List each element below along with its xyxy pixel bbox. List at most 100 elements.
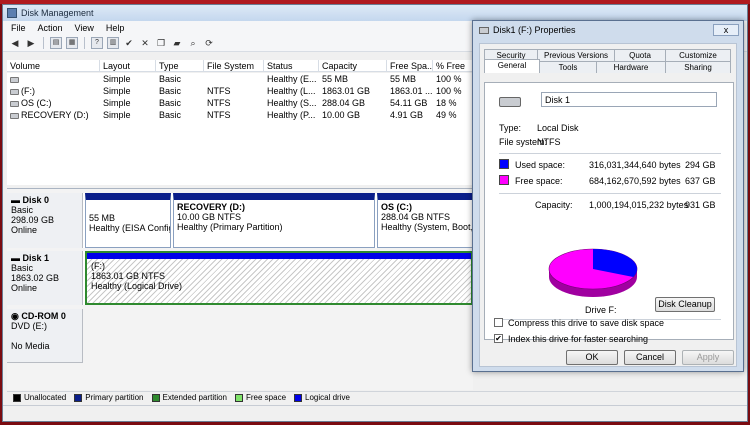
console-tree-icon[interactable]: ▤ (50, 37, 62, 49)
table-row[interactable]: RECOVERY (D:) Simple Basic NTFS Healthy … (7, 109, 473, 121)
compress-checkbox[interactable] (494, 318, 503, 327)
compress-label: Compress this drive to save disk space (508, 318, 665, 328)
close-button[interactable]: x (713, 24, 739, 36)
usage-pie-chart (548, 248, 638, 297)
free-swatch (499, 175, 509, 185)
search-icon[interactable]: ⌕ (187, 37, 199, 49)
back-arrow-icon[interactable]: ◀ (9, 37, 21, 49)
legend-swatch (74, 393, 83, 402)
forward-arrow-icon[interactable]: ▶ (25, 37, 37, 49)
col-filesystem[interactable]: File System (204, 60, 264, 71)
general-tab-pane: Disk 1 Type: Local Disk File system: NTF… (484, 82, 734, 340)
dialog-title: Disk1 (F:) Properties (493, 25, 576, 35)
partition-size: 55 MB (89, 213, 116, 223)
cell-layout: Simple (103, 86, 131, 96)
cell-type: Basic (159, 74, 182, 84)
disk-label[interactable]: ▬ Disk 0 Basic 298.09 GB Online (7, 193, 83, 248)
cell-type: Basic (159, 110, 182, 120)
free-gb: 637 GB (685, 176, 716, 186)
tab-sharing[interactable]: Sharing (665, 61, 731, 73)
col-type[interactable]: Type (156, 60, 204, 71)
cell-capacity: 55 MB (322, 74, 349, 84)
disk-cleanup-button[interactable]: Disk Cleanup (655, 297, 715, 312)
cell-free: 4.91 GB (390, 110, 424, 120)
col-percent-free[interactable]: % Free (433, 60, 473, 71)
disk-row-0: ▬ Disk 0 Basic 298.09 GB Online 55 MB He… (7, 193, 473, 248)
cell-capacity: 1863.01 GB (322, 86, 371, 96)
legend-swatch (13, 393, 21, 402)
disk-name: CD-ROM 0 (21, 311, 66, 321)
col-free-space[interactable]: Free Spa... (387, 60, 433, 71)
tab-previous-versions[interactable]: Previous Versions (537, 49, 615, 61)
used-label: Used space: (515, 160, 566, 170)
table-row[interactable]: (F:) Simple Basic NTFS Healthy (L... 186… (7, 85, 473, 97)
volume-name-field[interactable]: Disk 1 (541, 92, 717, 107)
tab-row-bottom: General Tools Hardware Sharing (484, 59, 734, 73)
menu-view[interactable]: View (75, 23, 94, 33)
volume-name: OS (C:) (21, 98, 52, 108)
tab-general[interactable]: General (484, 59, 540, 73)
tab-quota[interactable]: Quota (614, 49, 666, 61)
drive-label: Drive F: (585, 305, 617, 315)
index-label: Index this drive for faster searching (508, 334, 649, 344)
disk-type: Basic (11, 205, 34, 215)
partition-status: Healthy (System, Boot, Pa (381, 222, 473, 232)
refresh-icon[interactable]: ⟳ (203, 37, 215, 49)
tab-customize[interactable]: Customize (665, 49, 731, 61)
partition-name: (F:) (91, 261, 105, 271)
table-row[interactable]: OS (C:) Simple Basic NTFS Healthy (S... … (7, 97, 473, 109)
partition-os[interactable]: OS (C:) 288.04 GB NTFS Healthy (System, … (377, 193, 473, 248)
type-label: Type: (499, 123, 522, 133)
col-status[interactable]: Status (264, 60, 319, 71)
disk-list-icon[interactable]: ▥ (107, 37, 119, 49)
legend-item: Free space (235, 393, 286, 402)
divider (499, 193, 721, 194)
check-icon[interactable]: ✔ (123, 37, 135, 49)
col-layout[interactable]: Layout (100, 60, 156, 71)
hdd-icon: ▬ (11, 253, 20, 263)
legend-swatch (235, 393, 243, 402)
cell-filesystem: NTFS (207, 110, 231, 120)
properties-icon[interactable]: ▦ (66, 37, 78, 49)
apply-button[interactable]: Apply (682, 350, 734, 365)
cancel-button[interactable]: Cancel (624, 350, 676, 365)
cell-percent: 100 % (436, 86, 462, 96)
delete-icon[interactable]: ✕ (139, 37, 151, 49)
col-volume[interactable]: Volume (7, 60, 100, 71)
help-icon[interactable]: ? (91, 37, 103, 49)
cell-status: Healthy (P... (267, 110, 316, 120)
partition-eisa[interactable]: 55 MB Healthy (EISA Config (85, 193, 171, 248)
menu-help[interactable]: Help (106, 23, 125, 33)
menu-action[interactable]: Action (38, 23, 63, 33)
col-capacity[interactable]: Capacity (319, 60, 387, 71)
cell-percent: 49 % (436, 110, 457, 120)
tab-tools[interactable]: Tools (539, 61, 597, 73)
disk-label[interactable]: ▬ Disk 1 Basic 1863.02 GB Online (7, 251, 83, 305)
disk-label[interactable]: ◉ CD-ROM 0 DVD (E:) No Media (7, 309, 83, 363)
open-folder-icon[interactable]: ▰ (171, 37, 183, 49)
copy-icon[interactable]: ❐ (155, 37, 167, 49)
partition-name: RECOVERY (D:) (177, 202, 246, 212)
table-row[interactable]: Simple Basic Healthy (E... 55 MB 55 MB 1… (7, 73, 473, 85)
cell-layout: Simple (103, 110, 131, 120)
partition-recovery[interactable]: RECOVERY (D:) 10.00 GB NTFS Healthy (Pri… (173, 193, 375, 248)
tab-hardware[interactable]: Hardware (596, 61, 666, 73)
toolbar-separator (43, 37, 44, 49)
drive-icon (10, 76, 19, 83)
index-checkbox[interactable]: ✔ (494, 334, 503, 343)
cell-filesystem: NTFS (207, 86, 231, 96)
partition-f[interactable]: (F:) 1863.01 GB NTFS Healthy (Logical Dr… (85, 251, 473, 305)
cell-type: Basic (159, 98, 182, 108)
cell-layout: Simple (103, 98, 131, 108)
used-gb: 294 GB (685, 160, 716, 170)
filesystem-value: NTFS (537, 137, 561, 147)
disk-size: 298.09 GB (11, 215, 55, 225)
toolbar-separator (84, 37, 85, 49)
hdd-icon: ▬ (11, 195, 20, 205)
legend-item: Extended partition (151, 393, 227, 402)
ok-button[interactable]: OK (566, 350, 618, 365)
cell-capacity: 10.00 GB (322, 110, 361, 120)
disk-management-icon (7, 8, 17, 18)
free-label: Free space: (515, 176, 563, 186)
menu-file[interactable]: File (11, 23, 26, 33)
